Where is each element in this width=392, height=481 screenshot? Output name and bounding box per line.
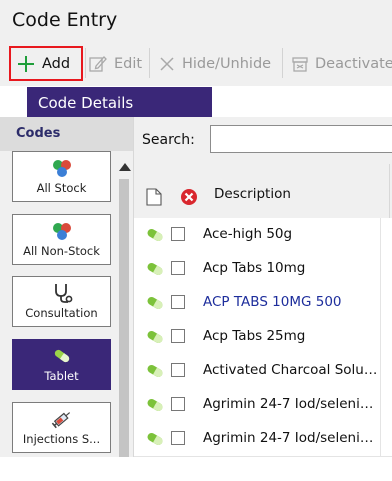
category-header-label: Codes: [16, 126, 61, 141]
row-trailing-cell: [380, 286, 392, 320]
row-checkbox[interactable]: [171, 261, 185, 275]
scroll-thumb[interactable]: [119, 179, 129, 457]
row-description: Agrimin 24-7 Iod/selenium...: [203, 430, 379, 446]
edit-label: Edit: [114, 55, 143, 72]
search-row: Search:: [134, 117, 392, 164]
category-scrollbar[interactable]: [116, 157, 132, 457]
archive-icon: [292, 56, 308, 72]
table-row[interactable]: Ace-high 50g: [134, 218, 392, 253]
deactivate-label: Deactivate: [315, 55, 392, 72]
row-checkbox[interactable]: [171, 397, 185, 411]
pill-icon: [147, 399, 163, 411]
row-trailing-cell: [380, 388, 392, 422]
stock-bubbles-icon: [13, 220, 110, 240]
row-description: Activated Charcoal Solubl...: [203, 362, 379, 378]
category-label: Tablet: [44, 369, 79, 383]
row-checkbox[interactable]: [171, 431, 185, 445]
bottom-blank-area: [0, 457, 392, 481]
category-label: Consultation: [25, 306, 98, 320]
pill-icon: [13, 345, 110, 365]
row-trailing-cell: [380, 320, 392, 354]
edit-button[interactable]: Edit: [88, 46, 142, 81]
row-checkbox[interactable]: [171, 295, 185, 309]
pill-icon: [147, 433, 163, 445]
row-trailing-cell: [380, 252, 392, 286]
deactivate-button[interactable]: Deactivate: [291, 46, 392, 81]
syringe-icon: [13, 408, 110, 429]
tab-code-details[interactable]: Code Details: [27, 87, 212, 118]
category-header: Codes: [0, 117, 133, 151]
new-document-icon[interactable]: [146, 188, 162, 206]
delete-red-x-icon[interactable]: [180, 188, 198, 206]
row-description: Ace-high 50g: [203, 226, 293, 242]
toolbar-separator: [282, 48, 283, 78]
table-row[interactable]: Agrimin 24-7 Iod/selenium...: [134, 388, 392, 423]
row-description: Acp Tabs 10mg: [203, 260, 306, 276]
row-checkbox[interactable]: [171, 363, 185, 377]
table-row[interactable]: Agrimin 24-7 Iod/selenium...: [134, 422, 392, 457]
search-input[interactable]: [210, 125, 392, 153]
plus-icon: [18, 55, 34, 72]
category-panel: Codes All Stock All Non-Stock Consultati…: [0, 117, 134, 457]
category-all-stock[interactable]: All Stock: [12, 151, 111, 202]
table-row[interactable]: Acp Tabs 10mg: [134, 252, 392, 287]
pill-icon: [147, 365, 163, 377]
category-label: All Non-Stock: [23, 244, 100, 258]
stethoscope-icon: [13, 282, 110, 303]
scroll-up-arrow-icon[interactable]: [119, 163, 131, 171]
table-row[interactable]: Acp Tabs 25mg: [134, 320, 392, 355]
row-checkbox[interactable]: [171, 329, 185, 343]
row-checkbox[interactable]: [171, 227, 185, 241]
category-all-non-stock[interactable]: All Non-Stock: [12, 214, 111, 265]
add-label: Add: [42, 55, 71, 72]
hide-unhide-button[interactable]: Hide/Unhide: [158, 46, 271, 81]
row-trailing-cell: [380, 218, 392, 252]
hide-unhide-label: Hide/Unhide: [182, 55, 272, 72]
title-bar: Code Entry: [0, 0, 392, 42]
pill-icon: [147, 229, 163, 241]
search-label: Search:: [142, 132, 195, 148]
grid-header: Description: [134, 164, 392, 218]
description-column-header[interactable]: Description: [214, 186, 291, 202]
pill-icon: [147, 263, 163, 275]
category-label: All Stock: [36, 181, 87, 195]
toolbar: Add Edit Hide/Unhide Deactivate: [0, 42, 392, 86]
pill-icon: [147, 297, 163, 309]
window-title: Code Entry: [12, 9, 118, 31]
pill-icon: [147, 331, 163, 343]
table-row[interactable]: Activated Charcoal Solubl...: [134, 354, 392, 389]
edit-icon: [89, 55, 107, 72]
category-consultation[interactable]: Consultation: [12, 276, 111, 327]
stock-bubbles-icon: [13, 157, 110, 177]
category-label: Injections S...: [22, 432, 101, 446]
row-description: Agrimin 24-7 Iod/selenium...: [203, 396, 379, 412]
toolbar-separator: [85, 48, 86, 78]
close-x-icon: [160, 56, 174, 71]
add-button[interactable]: Add: [9, 46, 83, 81]
row-trailing-cell: [380, 422, 392, 456]
row-description: ACP TABS 10MG 500: [203, 294, 342, 310]
category-injections[interactable]: Injections S...: [12, 402, 111, 453]
row-trailing-cell: [380, 354, 392, 388]
row-description: Acp Tabs 25mg: [203, 328, 306, 344]
toolbar-separator: [149, 48, 150, 78]
table-row[interactable]: ACP TABS 10MG 500: [134, 286, 392, 321]
category-tablet[interactable]: Tablet: [12, 339, 111, 390]
